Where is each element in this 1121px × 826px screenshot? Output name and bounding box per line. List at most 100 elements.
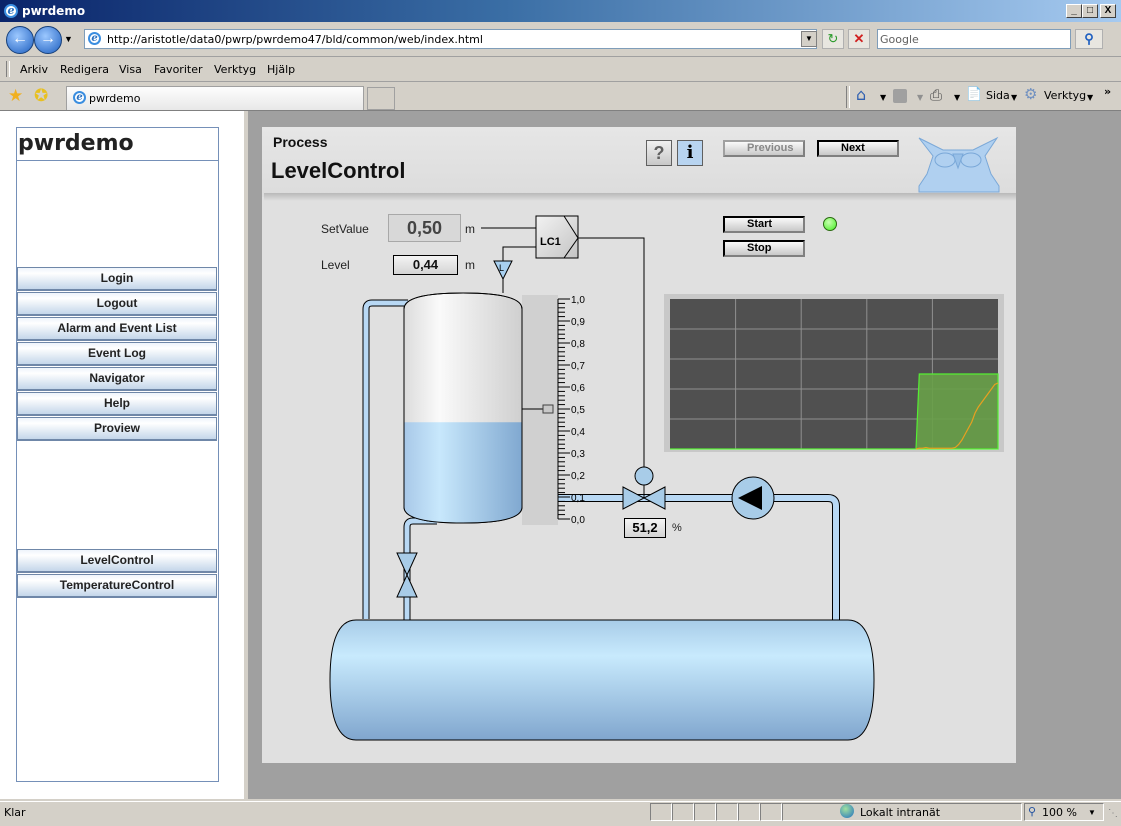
new-tab-button[interactable] xyxy=(367,87,395,110)
controller-lc1[interactable]: LC1 xyxy=(535,215,579,259)
scale-label: 0,6 xyxy=(571,383,585,394)
menu-arkiv[interactable]: Arkiv xyxy=(20,63,48,76)
next-button[interactable]: Next xyxy=(817,140,899,157)
tools-gear-icon: ⚙ xyxy=(1024,85,1038,103)
control-valve[interactable] xyxy=(622,466,666,510)
status-cell xyxy=(650,803,672,821)
status-cell xyxy=(716,803,738,821)
tab-pwrdemo[interactable]: e pwrdemo xyxy=(66,86,364,110)
favorites-star-icon[interactable]: ★ xyxy=(8,86,23,106)
menu-verktyg[interactable]: Verktyg xyxy=(214,63,256,76)
level-signal-line xyxy=(502,246,536,261)
minimize-button[interactable]: _ xyxy=(1066,4,1082,18)
inlet-pipe xyxy=(558,495,839,620)
print-dropdown-icon[interactable]: ▼ xyxy=(954,93,960,102)
toolbar-separator xyxy=(846,86,850,108)
level-sensor: L xyxy=(493,260,513,281)
drain-pipe-outline xyxy=(403,517,437,620)
previous-button[interactable]: Previous xyxy=(723,140,805,157)
address-dropdown-button[interactable]: ▼ xyxy=(801,31,817,47)
scale-label: 0,7 xyxy=(571,361,585,372)
sidebar-item-help[interactable]: Help xyxy=(17,392,217,416)
ie-logo-icon: e xyxy=(4,4,18,18)
controller-label: LC1 xyxy=(540,236,561,248)
search-input[interactable]: Google xyxy=(877,29,1071,49)
stop-icon: ✕ xyxy=(853,31,865,46)
process-tank xyxy=(403,292,523,524)
stop-button[interactable]: ✕ xyxy=(848,29,870,49)
globe-icon xyxy=(840,804,854,818)
menu-grip xyxy=(6,61,10,77)
menu-visa[interactable]: Visa xyxy=(119,63,142,76)
manual-valve[interactable] xyxy=(396,552,418,598)
sidebar-brand-title: pwrdemo xyxy=(18,131,134,156)
history-dropdown-button[interactable]: ▼ xyxy=(64,34,73,44)
tab-label: pwrdemo xyxy=(89,92,141,105)
resize-grip-icon[interactable]: ⋱ xyxy=(1108,808,1118,819)
forward-button[interactable]: → xyxy=(34,26,62,54)
refresh-icon: ↻ xyxy=(827,31,839,46)
info-icon: i xyxy=(686,142,694,163)
sidebar-item-levelcontrol[interactable]: LevelControl xyxy=(17,549,217,573)
page-menu-icon: 📄 xyxy=(966,87,983,102)
zoom-dropdown-icon[interactable]: ▼ xyxy=(1088,808,1096,817)
sidebar-item-alarm-event-list[interactable]: Alarm and Event List xyxy=(17,317,217,341)
storage-tank xyxy=(329,619,875,741)
help-button[interactable]: ? xyxy=(646,140,672,166)
page-menu-button[interactable]: Sida xyxy=(986,89,1010,102)
close-button[interactable]: X xyxy=(1100,4,1116,18)
sensor-label: L xyxy=(499,263,504,273)
scale-label: 0,8 xyxy=(571,339,585,350)
home-icon[interactable]: ⌂ xyxy=(856,85,866,104)
status-cell xyxy=(694,803,716,821)
sidebar-item-proview[interactable]: Proview xyxy=(17,417,217,441)
pump[interactable] xyxy=(731,476,775,520)
more-tools-chevron-icon[interactable]: » xyxy=(1104,85,1111,98)
valve-opening-value: 51,2 xyxy=(624,518,666,538)
add-favorite-icon[interactable]: ✪ xyxy=(34,86,48,106)
question-icon: ? xyxy=(653,143,665,163)
menu-hjalp[interactable]: Hjälp xyxy=(267,63,295,76)
menu-redigera[interactable]: Redigera xyxy=(60,63,109,76)
zoom-magnifier-icon: ⚲ xyxy=(1028,806,1037,818)
refresh-button[interactable]: ↻ xyxy=(822,29,844,49)
search-button[interactable]: ⚲ xyxy=(1075,29,1103,49)
zoom-level[interactable]: 100 % xyxy=(1042,806,1077,819)
sidebar-panel xyxy=(16,127,219,782)
address-bar[interactable]: e http://aristotle/data0/pwrp/pwrdemo47/… xyxy=(84,29,817,49)
tools-menu-button[interactable]: Verktyg xyxy=(1044,89,1086,102)
address-input[interactable]: http://aristotle/data0/pwrp/pwrdemo47/bl… xyxy=(107,33,483,46)
window-title-bar: e pwrdemo _ □ X xyxy=(0,0,1121,22)
level-scale: 1,0 0,9 0,8 0,7 0,6 0,5 0,4 0,3 0,2 0,1 0,0 xyxy=(557,295,585,526)
brand-divider xyxy=(17,160,218,161)
page-dropdown-icon[interactable]: ▼ xyxy=(1011,93,1017,102)
tools-dropdown-icon[interactable]: ▼ xyxy=(1087,93,1093,102)
proview-owl-logo-icon xyxy=(918,136,1000,193)
maximize-button[interactable]: □ xyxy=(1082,4,1098,18)
scale-label: 0,2 xyxy=(571,471,585,482)
trend-chart xyxy=(664,294,1004,452)
process-diagram: LC1 L 1,0 0,9 0,8 0,7 0,6 0,5 0,4 0,3 0,2 0,1 0,0 xyxy=(329,215,875,741)
sidebar-item-login[interactable]: Login xyxy=(17,267,217,291)
trend-chart-frame xyxy=(664,294,1004,452)
process-label: Process xyxy=(273,134,328,150)
status-text: Klar xyxy=(4,806,26,819)
home-dropdown-icon[interactable]: ▼ xyxy=(880,93,886,102)
print-icon[interactable]: ⎙ xyxy=(930,86,942,104)
feeds-dropdown-icon[interactable]: ▼ xyxy=(917,93,923,102)
menu-favoriter[interactable]: Favoriter xyxy=(154,63,202,76)
sidebar-item-event-log[interactable]: Event Log xyxy=(17,342,217,366)
sidebar-item-navigator[interactable]: Navigator xyxy=(17,367,217,391)
scale-label: 0,4 xyxy=(571,427,585,438)
sidebar-item-temperaturecontrol[interactable]: TemperatureControl xyxy=(17,574,217,598)
forward-arrow-icon: → xyxy=(40,30,56,47)
sidebar-item-logout[interactable]: Logout xyxy=(17,292,217,316)
scale-label: 1,0 xyxy=(571,295,585,306)
feeds-icon[interactable] xyxy=(893,89,907,103)
scale-label: 0,1 xyxy=(571,493,585,504)
info-button[interactable]: i xyxy=(677,140,703,166)
setpoint-marker[interactable] xyxy=(542,404,554,414)
back-button[interactable]: ← xyxy=(6,26,34,54)
scale-label: 0,9 xyxy=(571,317,585,328)
scale-label: 0,3 xyxy=(571,449,585,460)
